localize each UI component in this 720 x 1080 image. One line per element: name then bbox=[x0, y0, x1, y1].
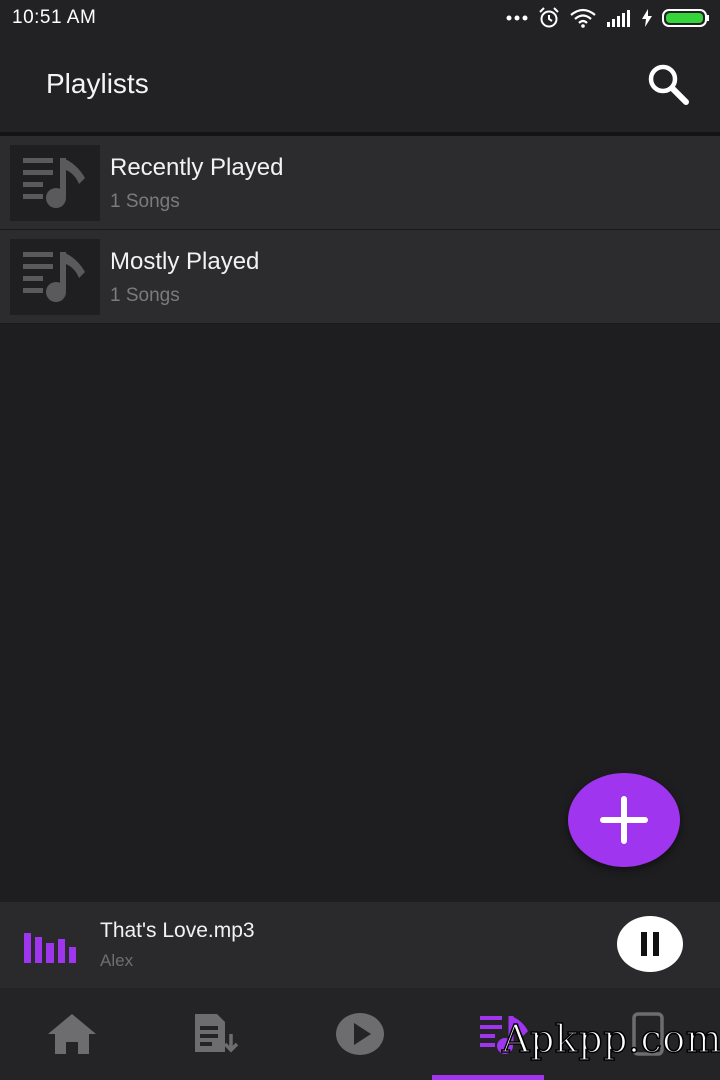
playlist-thumbnail bbox=[10, 144, 100, 221]
battery-icon bbox=[662, 9, 709, 27]
more-dots-icon bbox=[506, 15, 528, 21]
playlist-song-count: 1 Songs bbox=[110, 284, 180, 306]
home-icon bbox=[48, 1014, 96, 1054]
add-playlist-button[interactable] bbox=[568, 773, 680, 867]
playlist-music-icon bbox=[23, 251, 85, 302]
now-playing-title: That's Love.mp3 bbox=[100, 919, 255, 942]
playlist-list: Recently Played 1 Songs Mostly Played 1 … bbox=[0, 136, 720, 324]
play-circle-icon bbox=[336, 1013, 384, 1055]
playlist-thumbnail bbox=[10, 238, 100, 315]
nav-item-now-playing[interactable] bbox=[288, 988, 432, 1080]
playlist-music-icon bbox=[23, 157, 85, 208]
pause-icon bbox=[641, 932, 659, 956]
now-playing-bar[interactable]: That's Love.mp3 Alex bbox=[0, 902, 720, 988]
now-playing-artist: Alex bbox=[100, 951, 134, 970]
status-icons bbox=[506, 7, 710, 29]
equalizer-icon bbox=[24, 927, 77, 963]
download-list-icon bbox=[195, 1014, 239, 1053]
playlist-item-recently-played[interactable]: Recently Played 1 Songs bbox=[0, 136, 720, 230]
playlist-name: Recently Played bbox=[110, 153, 284, 181]
nav-item-home[interactable] bbox=[0, 988, 144, 1080]
playlist-name: Mostly Played bbox=[110, 247, 260, 275]
playlist-song-count: 1 Songs bbox=[110, 190, 180, 212]
charging-icon bbox=[642, 9, 652, 27]
pause-button[interactable] bbox=[617, 916, 683, 972]
plus-icon bbox=[600, 796, 648, 844]
app-bar: Playlists bbox=[0, 36, 720, 132]
wifi-icon bbox=[570, 8, 596, 28]
status-bar: 10:51 AM bbox=[0, 0, 720, 36]
playlist-item-mostly-played[interactable]: Mostly Played 1 Songs bbox=[0, 230, 720, 324]
signal-icon bbox=[607, 10, 630, 27]
alarm-icon bbox=[539, 7, 559, 28]
active-tab-indicator bbox=[432, 1075, 544, 1080]
page-title: Playlists bbox=[46, 68, 149, 99]
search-button[interactable] bbox=[644, 60, 692, 108]
watermark: Apkpp.com bbox=[501, 1016, 720, 1062]
search-icon bbox=[648, 64, 689, 105]
nav-item-downloads[interactable] bbox=[144, 988, 288, 1080]
status-time: 10:51 AM bbox=[12, 7, 97, 28]
